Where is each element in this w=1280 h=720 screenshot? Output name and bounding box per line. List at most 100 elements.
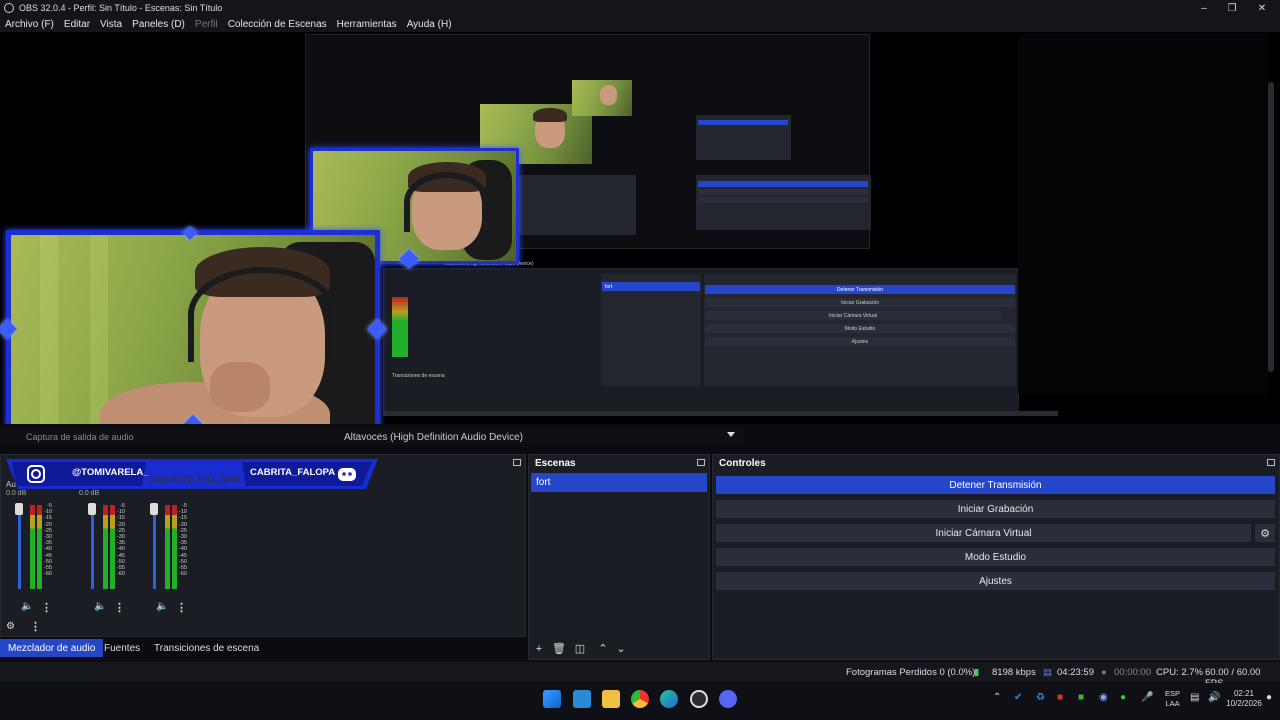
popout-icon[interactable] <box>1267 459 1275 466</box>
source-name: Captura de salida de audio <box>26 432 134 442</box>
meter-scale: -5 -10 -15 -20 -25 -30 -35 -40 -45 -50 -55 -60 <box>44 503 52 578</box>
kebab-menu-icon[interactable]: ⋮ <box>176 601 187 614</box>
start-windows-icon[interactable] <box>543 690 561 708</box>
settings-button[interactable]: Ajustes <box>716 572 1275 590</box>
discord-handle: CABRITA_FALOPA <box>250 467 336 478</box>
signal-icon: ▮ <box>974 667 980 678</box>
mixer-menu-icon[interactable]: ⋮ <box>30 620 41 633</box>
cpu-usage: CPU: 2.7% <box>1156 667 1203 678</box>
audio-channel-2: -5 -10 -15 -20 -25 -30 -35 -40 -45 -50 -55 -60 🔈 ⋮ <box>73 497 133 617</box>
tray-red-icon[interactable]: ■ <box>1057 692 1063 703</box>
microphone-icon[interactable]: 🎤 <box>1141 692 1153 703</box>
preview-hscroll[interactable] <box>383 411 1058 416</box>
kebab-menu-icon[interactable]: ⋮ <box>114 601 125 614</box>
fader-knob[interactable] <box>15 503 23 515</box>
tab-transitions[interactable]: Transiciones de escena <box>146 639 267 657</box>
add-scene-icon[interactable]: + <box>533 643 545 655</box>
tray-app-icon[interactable]: ✔ <box>1014 692 1022 703</box>
nested-btn-0: Detener Transmisión <box>705 285 1015 294</box>
tray-green-icon[interactable]: ● <box>1120 692 1126 703</box>
start-recording-button[interactable]: Iniciar Grabación <box>716 500 1275 518</box>
audio-channel-1: -5 -10 -15 -20 -25 -30 -35 -40 -45 -50 -55 -60 🔈 ⋮ <box>0 497 60 617</box>
nested-btn-3: Modo Estudio <box>705 324 1015 333</box>
speaker-icon[interactable]: 🔈 <box>21 601 33 612</box>
controls-title: Controles <box>719 457 766 469</box>
webcam-frame <box>6 230 380 424</box>
bluetooth-icon[interactable]: ♻ <box>1036 692 1045 703</box>
popout-icon[interactable] <box>513 459 521 466</box>
tray-steam-icon[interactable]: ◉ <box>1099 692 1108 703</box>
audio-device-select[interactable]: Altavoces (High Definition Audio Device) <box>344 432 523 443</box>
menu-bar: Archivo (F) Editar Vista Paneles (D) Per… <box>0 16 1280 32</box>
close-button[interactable]: ✕ <box>1246 0 1278 16</box>
menu-archivo[interactable]: Archivo (F) <box>5 19 54 30</box>
audio-channel-3: -5 -10 -15 -20 -25 -30 -35 -40 -45 -50 -55 -60 🔈 ⋮ <box>135 497 195 617</box>
status-bar: Fotogramas Perdidos 0 (0.0%) ▮ 8198 kbps… <box>0 662 1280 689</box>
dropdown-arrow-icon[interactable] <box>727 432 735 437</box>
level-meter <box>172 505 177 589</box>
dropped-frames: Fotogramas Perdidos 0 (0.0%) <box>846 667 976 678</box>
menu-vista[interactable]: Vista <box>100 19 122 30</box>
nested-btn-1: Iniciar Grabación <box>705 298 1015 307</box>
chrome-icon[interactable] <box>631 690 649 708</box>
discord-icon[interactable] <box>719 690 737 708</box>
menu-coleccion-escenas[interactable]: Colección de Escenas <box>228 19 327 30</box>
title-bar: OBS 32.0.4 - Perfil: Sin Título - Escena… <box>0 0 1280 16</box>
file-explorer-icon[interactable] <box>602 690 620 708</box>
scene-filters-icon[interactable]: ◫ <box>574 643 586 655</box>
menu-paneles[interactable]: Paneles (D) <box>132 19 185 30</box>
level-meter <box>110 505 115 589</box>
preview-scrollbar[interactable] <box>1268 82 1274 372</box>
widgets-icon[interactable] <box>573 690 591 708</box>
preview-canvas[interactable]: fort Detener Transmisión Iniciar Grabaci… <box>0 32 1280 424</box>
kebab-menu-icon[interactable]: ⋮ <box>41 601 52 614</box>
maximize-button[interactable]: ❐ <box>1216 0 1248 16</box>
tray-nvidia-icon[interactable]: ■ <box>1078 692 1084 703</box>
nested-controls-panel: Detener Transmisión Iniciar Grabación In… <box>704 274 1016 386</box>
move-up-icon[interactable]: ⌃ <box>597 643 609 655</box>
speaker-icon[interactable]: 🔈 <box>156 601 168 612</box>
start-virtual-camera-button[interactable]: Iniciar Cámara Virtual <box>716 524 1251 542</box>
volume-icon[interactable]: 🔊 <box>1208 692 1220 703</box>
menu-editar[interactable]: Editar <box>64 19 90 30</box>
volume-fader[interactable] <box>153 505 156 589</box>
edge-icon[interactable] <box>660 690 678 708</box>
db-value-2: 0.0 dB <box>79 490 100 497</box>
scene-item-fort[interactable]: fort <box>531 473 707 492</box>
nested2-btn <box>698 181 868 187</box>
network-icon[interactable]: ▤ <box>1190 692 1199 703</box>
tray-chevron-icon[interactable]: ⌃ <box>993 692 1001 703</box>
fader-knob[interactable] <box>88 503 96 515</box>
nested-btn-2: Iniciar Cámara Virtual <box>705 311 1001 320</box>
move-down-icon[interactable]: ⌄ <box>615 643 627 655</box>
speaker-icon[interactable]: 🔈 <box>94 601 106 612</box>
window-title: OBS 32.0.4 - Perfil: Sin Título - Escena… <box>19 3 223 13</box>
advanced-audio-icon[interactable]: ⚙ <box>6 621 15 632</box>
webcam-nested-4 <box>572 80 632 116</box>
clock[interactable]: 02:21 10/2/2026 <box>1226 689 1262 709</box>
notifications-icon[interactable]: ● <box>1266 692 1272 703</box>
menu-herramientas[interactable]: Herramientas <box>337 19 397 30</box>
popout-icon[interactable] <box>697 459 705 466</box>
volume-fader[interactable] <box>18 505 21 589</box>
stop-stream-button[interactable]: Detener Transmisión <box>716 476 1275 494</box>
source-toolbar: Captura de salida de audio Altavoces (Hi… <box>0 428 745 444</box>
volume-fader[interactable] <box>91 505 94 589</box>
stream-time: 04:23:59 <box>1057 667 1094 678</box>
menu-perfil[interactable]: Perfil <box>195 19 218 30</box>
nested-btn-4: Ajustes <box>705 337 1015 346</box>
nested-scenes-panel: fort <box>601 274 701 386</box>
nested3-btn <box>698 120 788 125</box>
remove-scene-icon[interactable]: 🗑 <box>552 643 566 655</box>
fader-knob[interactable] <box>150 503 158 515</box>
tab-sources[interactable]: Fuentes <box>96 639 148 657</box>
nested-meter <box>392 297 408 357</box>
level-meter <box>37 505 42 589</box>
menu-ayuda[interactable]: Ayuda (H) <box>407 19 452 30</box>
virtual-camera-settings-icon[interactable]: ⚙ <box>1255 524 1275 542</box>
language-indicator[interactable]: ESP LAA <box>1165 689 1180 709</box>
obs-taskbar-icon[interactable] <box>690 690 708 708</box>
tab-audio-mixer[interactable]: Mezclador de audio <box>0 639 104 657</box>
rec-time: 00:00:00 <box>1114 667 1151 678</box>
studio-mode-button[interactable]: Modo Estudio <box>716 548 1275 566</box>
